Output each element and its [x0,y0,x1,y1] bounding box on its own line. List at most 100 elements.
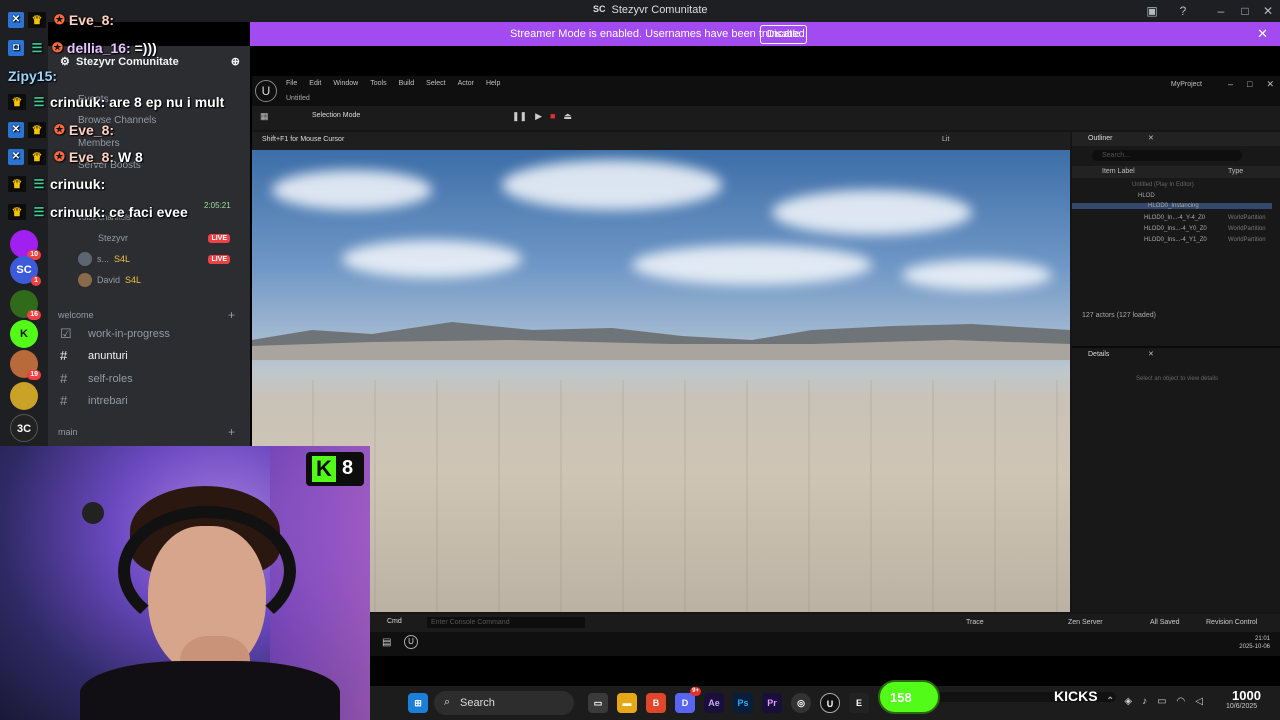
unreal-icon[interactable]: U [404,635,418,649]
after-effects-icon[interactable]: Ae [704,693,724,713]
trace-dropdown[interactable]: Trace [966,619,984,626]
maximize-icon[interactable]: □ [1247,79,1252,90]
inbox-icon[interactable]: ▣ [1144,3,1160,19]
outliner-search[interactable]: Search... [1092,150,1242,161]
outliner-row[interactable]: HLOD0_In...-4_Y-4_Z0 WorldPartition [1144,215,1274,221]
wifi-icon[interactable]: ◠ [1177,696,1186,707]
add-channel-icon[interactable]: + [228,308,235,322]
pause-icon[interactable]: ❚❚ [512,111,527,122]
server-icon[interactable]: 19 [10,350,41,380]
console-input[interactable]: Enter Console Command [427,617,585,628]
save-icon[interactable]: ▦ [260,111,269,122]
hash-icon: # [60,348,68,363]
outliner-row[interactable]: HLOD [1138,193,1155,199]
step-icon[interactable]: ▶ [535,111,542,122]
column-type[interactable]: Type [1228,168,1243,175]
minimize-icon[interactable]: – [1213,3,1229,19]
obs-icon[interactable]: ◎ [791,693,811,713]
brave-icon[interactable]: B [646,693,666,713]
kick-server-icon[interactable]: K [10,320,38,348]
add-channel-icon[interactable]: + [228,425,235,439]
epic-icon[interactable]: E [849,693,869,713]
category-main[interactable]: main + [58,425,235,439]
voice-user[interactable]: s... S4L LIVE [78,250,240,268]
menu-tools[interactable]: Tools [370,80,386,87]
events-item[interactable]: Events [78,94,109,105]
details-title[interactable]: Details [1088,351,1109,358]
server-icon[interactable]: 10 [10,230,41,260]
outliner-row[interactable]: Untitled (Play In Editor) [1132,182,1194,188]
voice-user[interactable]: David S4L [78,271,240,289]
epic-icon[interactable]: ▤ [382,637,391,648]
kicks-goal-widget: 158 KICKS 1000 [878,680,1278,714]
outliner-row[interactable]: HLOD0_Ins...-4_Y1_Z0 WorldPartition [1144,237,1274,243]
members-item[interactable]: Members [78,138,120,149]
voice-user-name: Stezyvr [98,233,129,243]
chevron-up-icon[interactable]: ⌃ [1106,696,1114,707]
menu-file[interactable]: File [286,80,297,87]
all-saved-status[interactable]: All Saved [1150,619,1180,626]
network-icon[interactable]: ◈ [1124,696,1132,707]
close-icon[interactable]: ✕ [1148,134,1154,142]
voice-user[interactable]: Stezyvr LIVE [78,229,240,247]
menu-window[interactable]: Window [333,80,358,87]
server-icon[interactable] [10,382,38,410]
outliner-row[interactable]: HLOD0_Instancing [1072,203,1272,209]
menu-build[interactable]: Build [399,80,415,87]
photoshop-icon[interactable]: Ps [733,693,753,713]
revision-control-button[interactable]: Revision Control [1206,619,1257,626]
channel-anunturi[interactable]: # anunturi [56,346,242,366]
channel-intrebari[interactable]: # intrebari [56,391,242,411]
discord-icon[interactable]: D 9+ [675,687,701,713]
menu-actor[interactable]: Actor [458,80,474,87]
server-icon-sc[interactable]: SC 1 [10,256,41,286]
row-type: WorldPartition [1228,237,1266,243]
minimize-icon[interactable]: – [1228,79,1233,90]
close-icon[interactable]: ✕ [1257,26,1268,42]
window-title: SC Stezyvr Comunitate [593,4,708,16]
menu-help[interactable]: Help [486,80,500,87]
server-icon[interactable]: 16 [10,290,41,320]
unreal-icon[interactable]: U [820,693,840,713]
taskbar-clock[interactable]: 10/6/2025 [1226,703,1257,710]
start-icon[interactable]: ⊞ [408,693,428,713]
menu-edit[interactable]: Edit [309,80,321,87]
server-icon-3c[interactable]: 3C [10,414,38,442]
close-icon[interactable]: ✕ [1260,3,1276,19]
level-tab[interactable]: Untitled [286,95,310,102]
display-icon[interactable]: ▭ [1157,696,1166,707]
microphone-icon[interactable]: ♪ [1142,696,1147,707]
cmd-dropdown[interactable]: Cmd [387,618,402,625]
explorer-icon[interactable]: ▬ [617,693,637,713]
close-icon[interactable]: ✕ [1266,79,1274,90]
webcam-feed: K 8 [0,446,370,720]
help-icon[interactable]: ? [1175,3,1191,19]
maximize-icon[interactable]: □ [1237,3,1253,19]
task-view-icon[interactable]: ▭ [588,693,608,713]
server-header[interactable]: ⚙ Stezyvr Comunitate ⊕ [48,46,250,80]
stop-icon[interactable]: ■ [550,111,555,122]
outliner-row[interactable]: HLOD0_Ins...-4_Y0_Z0 WorldPartition [1144,226,1274,232]
menu-select[interactable]: Select [426,80,445,87]
premiere-icon[interactable]: Pr [762,693,782,713]
search-box[interactable]: ⌕ Search [434,691,574,715]
kick-count: 8 [342,457,354,479]
eject-icon[interactable]: ⏏ [563,111,572,122]
headset [118,506,296,636]
close-icon[interactable]: ✕ [1148,350,1154,358]
checkbox-icon: ☑ [60,326,72,341]
browse-channels-item[interactable]: Browse Channels [78,115,156,126]
channel-self-roles[interactable]: # self-roles [56,369,242,389]
zen-server-button[interactable]: Zen Server [1068,619,1103,626]
add-member-icon[interactable]: ⊕ [231,55,240,68]
disable-button[interactable]: Disable [760,25,808,44]
game-viewport[interactable] [252,150,1070,612]
volume-icon[interactable]: ◁ [1195,696,1203,707]
lit-dropdown[interactable]: Lit [942,136,949,143]
category-welcome[interactable]: welcome + [58,308,235,322]
selection-mode-dropdown[interactable]: Selection Mode [312,112,360,119]
server-boosts-item[interactable]: Server Boosts [78,160,141,171]
column-item-label[interactable]: Item Label [1102,168,1135,175]
channel-work-in-progress[interactable]: ☑ work-in-progress [56,324,242,344]
outliner-tab[interactable]: Outliner ✕ [1072,132,1280,146]
